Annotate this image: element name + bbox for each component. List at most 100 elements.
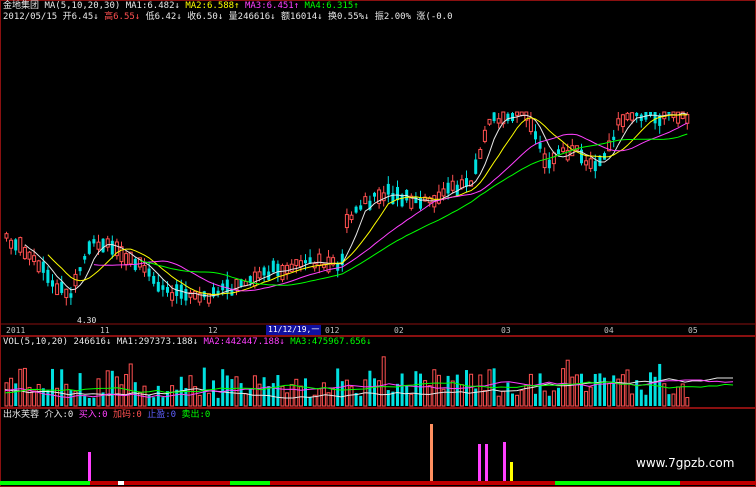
volume-bar <box>243 393 248 407</box>
volume-bar <box>474 388 478 406</box>
indicator-buy: 买入:0 <box>78 410 108 420</box>
candle-body <box>184 289 188 301</box>
volume-bar <box>588 386 593 407</box>
candle-body <box>83 256 87 260</box>
volume-bar <box>285 392 290 407</box>
candle-body <box>620 114 625 128</box>
volume-bar <box>658 363 662 406</box>
candle-body <box>55 283 60 296</box>
indicator-bar <box>478 444 481 482</box>
volume-bar <box>496 395 501 407</box>
volume-bar <box>234 376 239 407</box>
candle-body <box>14 239 18 251</box>
volume-bar <box>478 374 483 407</box>
vol-ma2: MA2:442447.188↓ <box>203 337 285 347</box>
candle-body <box>482 129 487 142</box>
volume-bar <box>671 393 676 407</box>
volume-bar <box>206 392 211 407</box>
vol-label: VOL(5,10,20) <box>3 337 69 347</box>
candle-body <box>101 238 105 253</box>
candle-body <box>534 131 537 140</box>
volume-bar <box>561 368 566 407</box>
candle-body <box>105 238 110 248</box>
candle-body <box>87 241 91 254</box>
volume-bar <box>248 388 252 406</box>
volume-bar <box>14 383 18 406</box>
volume-bar <box>124 374 129 407</box>
candle-body <box>557 149 560 155</box>
candle-body <box>515 111 520 116</box>
indicator-name: 出水芙蓉 <box>3 410 40 420</box>
volume-bar <box>87 397 91 406</box>
ma20-line <box>93 122 688 292</box>
candle-body <box>27 251 32 260</box>
volume-bar <box>528 373 533 407</box>
candle-body <box>386 183 390 195</box>
candle-body <box>478 148 483 159</box>
volume-bar <box>557 387 560 406</box>
candle-body <box>294 259 299 266</box>
volume-bar <box>405 385 409 406</box>
volume-bar <box>340 381 344 406</box>
x-axis-label-2: 12 <box>208 326 218 335</box>
volume-bar <box>593 373 597 406</box>
volume-bar <box>436 374 441 407</box>
candle-body <box>206 293 211 304</box>
volume-bar <box>41 388 45 406</box>
volume-bar <box>216 397 220 406</box>
volume-bar <box>427 385 432 407</box>
volume-bar <box>92 397 96 406</box>
volume-bar <box>212 380 215 406</box>
candle-body <box>487 118 492 125</box>
volume-bar <box>534 393 537 406</box>
candle-body <box>630 112 635 121</box>
candle-body <box>64 288 69 299</box>
x-axis-label-1: 11 <box>100 326 110 335</box>
candle-body <box>124 253 129 265</box>
volume-bar <box>317 388 322 407</box>
candle-body <box>373 192 376 197</box>
candle-body <box>142 264 147 273</box>
candle-body <box>349 214 354 221</box>
candle-body <box>496 118 501 124</box>
volume-bar <box>18 368 23 407</box>
indicator-bar <box>503 442 506 482</box>
volume-bar <box>649 372 652 406</box>
volume-bar <box>344 379 349 407</box>
volume-bar <box>612 375 616 406</box>
volume-bar <box>36 383 41 407</box>
indicator-bar <box>430 424 433 482</box>
candle-body <box>161 285 165 290</box>
candle-body <box>492 112 496 122</box>
candle-body <box>4 233 9 239</box>
candle-body <box>298 260 303 268</box>
volume-bar <box>414 371 418 406</box>
volume-bar <box>667 394 671 406</box>
volume-bar <box>635 380 639 406</box>
candle-body <box>441 188 446 197</box>
volume-bar <box>32 390 37 407</box>
candle-body <box>528 117 533 133</box>
selected-date[interactable]: 11/12/19,一 <box>266 325 322 335</box>
volume-bar <box>308 397 312 406</box>
volume-bar <box>55 387 60 407</box>
volume-bar <box>193 386 198 407</box>
volume-bar <box>580 373 583 406</box>
volume-bar <box>506 382 510 406</box>
candle-body <box>280 264 285 281</box>
volume-bar <box>161 397 165 406</box>
candle-body <box>166 286 169 293</box>
volume-bar <box>423 380 428 407</box>
volume-bar <box>83 396 87 406</box>
x-axis-label-4: 03 <box>501 326 511 335</box>
volume-bar <box>60 369 64 406</box>
volume-bar <box>551 390 556 407</box>
volume-bar <box>331 388 336 407</box>
candle-body <box>285 264 290 274</box>
candle-body <box>36 260 41 273</box>
volume-bar <box>511 393 514 406</box>
candle-body <box>400 194 404 207</box>
volume-bar <box>574 374 579 407</box>
volume-bar <box>373 378 376 406</box>
indicator-bar <box>485 444 488 482</box>
